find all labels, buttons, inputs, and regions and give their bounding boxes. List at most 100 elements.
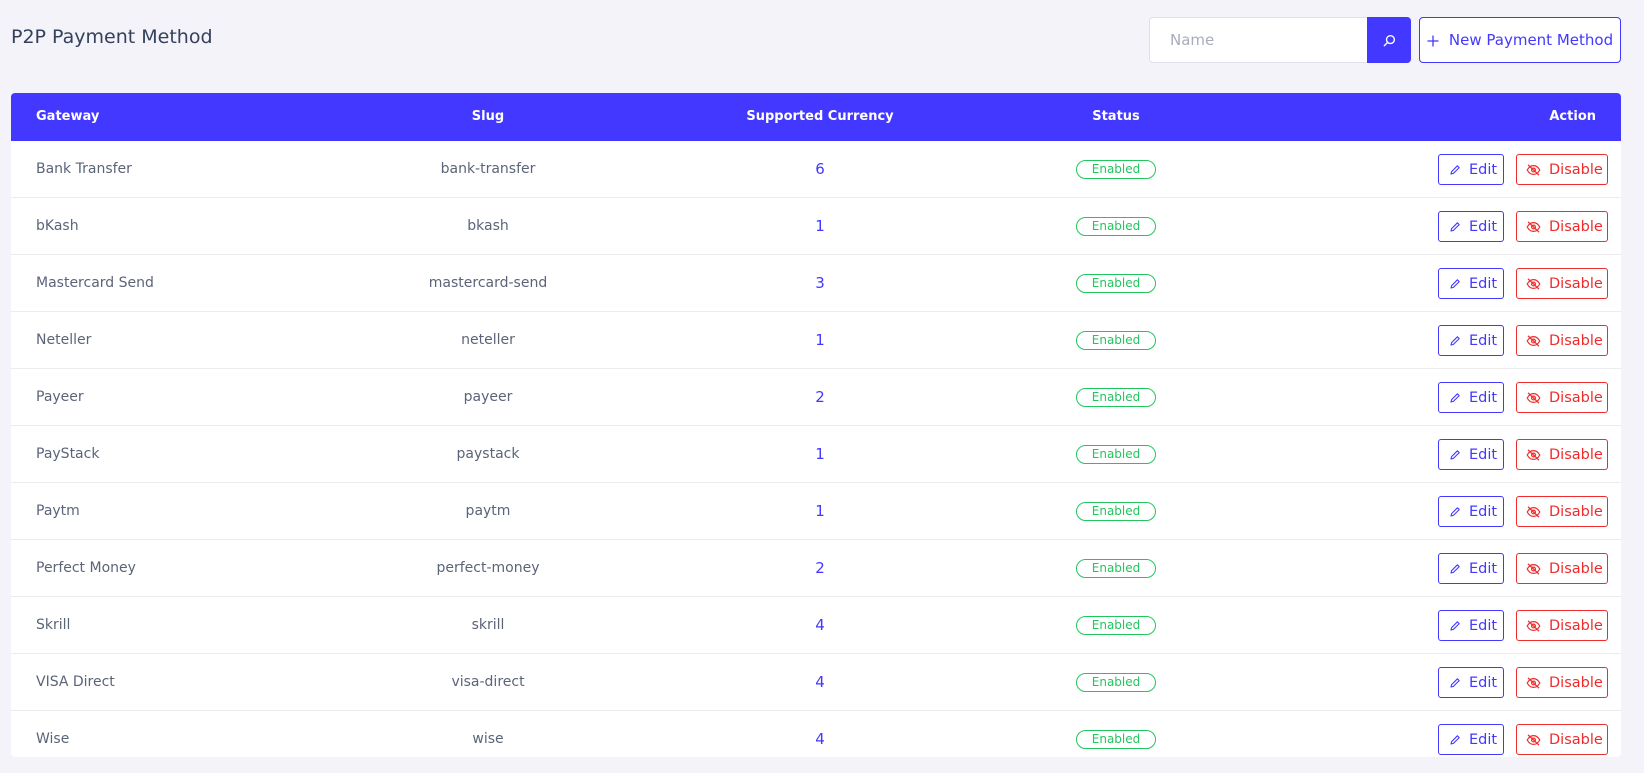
gateway-slug: skrill <box>471 617 505 633</box>
pencil-icon <box>1449 449 1461 461</box>
disable-button[interactable]: Disable <box>1516 724 1608 755</box>
eye-off-icon <box>1526 277 1541 290</box>
edit-button[interactable]: Edit <box>1438 211 1504 242</box>
disable-label: Disable <box>1549 503 1603 520</box>
edit-button[interactable]: Edit <box>1438 610 1504 641</box>
status-cell: Enabled <box>1076 141 1156 197</box>
edit-button[interactable]: Edit <box>1438 553 1504 584</box>
pencil-icon <box>1449 335 1461 347</box>
disable-button[interactable]: Disable <box>1516 439 1608 470</box>
status-cell: Enabled <box>1076 654 1156 710</box>
gateway-name: Payeer <box>36 389 84 405</box>
disable-button[interactable]: Disable <box>1516 211 1608 242</box>
edit-button[interactable]: Edit <box>1438 496 1504 527</box>
disable-button[interactable]: Disable <box>1516 325 1608 356</box>
row-actions: Edit Disable <box>1438 439 1608 470</box>
supported-currency-count[interactable]: 1 <box>815 483 825 539</box>
edit-button[interactable]: Edit <box>1438 154 1504 185</box>
edit-label: Edit <box>1469 731 1498 748</box>
disable-label: Disable <box>1549 674 1603 691</box>
status-cell: Enabled <box>1076 255 1156 311</box>
gateway-name: Perfect Money <box>36 560 136 576</box>
status-cell: Enabled <box>1076 426 1156 482</box>
disable-button[interactable]: Disable <box>1516 496 1608 527</box>
gateway-name: Paytm <box>36 503 80 519</box>
header-slug: Slug <box>471 109 505 124</box>
edit-button[interactable]: Edit <box>1438 724 1504 755</box>
status-badge: Enabled <box>1076 216 1156 236</box>
supported-currency-count[interactable]: 4 <box>815 654 825 710</box>
edit-label: Edit <box>1469 275 1498 292</box>
supported-currency-count[interactable]: 1 <box>815 198 825 254</box>
disable-button[interactable]: Disable <box>1516 610 1608 641</box>
row-actions: Edit Disable <box>1438 496 1608 527</box>
header-action: Action <box>1549 109 1596 124</box>
pencil-icon <box>1449 734 1461 746</box>
row-actions: Edit Disable <box>1438 154 1608 185</box>
status-cell: Enabled <box>1076 540 1156 596</box>
status-badge: Enabled <box>1076 729 1156 749</box>
edit-button[interactable]: Edit <box>1438 268 1504 299</box>
table-row: Neteller neteller 1 Enabled Edit Disable <box>11 312 1621 369</box>
disable-label: Disable <box>1549 161 1603 178</box>
edit-label: Edit <box>1469 161 1498 178</box>
edit-button[interactable]: Edit <box>1438 382 1504 413</box>
table-header: Gateway Slug Supported Currency Status A… <box>11 93 1621 141</box>
status-cell: Enabled <box>1076 312 1156 368</box>
supported-currency-count[interactable]: 4 <box>815 711 825 757</box>
gateway-name: PayStack <box>36 446 100 462</box>
status-cell: Enabled <box>1076 597 1156 653</box>
gateway-name: Wise <box>36 731 70 747</box>
status-cell: Enabled <box>1076 198 1156 254</box>
row-actions: Edit Disable <box>1438 211 1608 242</box>
edit-label: Edit <box>1469 332 1498 349</box>
supported-currency-count[interactable]: 1 <box>815 426 825 482</box>
edit-label: Edit <box>1469 218 1498 235</box>
disable-button[interactable]: Disable <box>1516 382 1608 413</box>
edit-button[interactable]: Edit <box>1438 439 1504 470</box>
gateway-slug: payeer <box>463 389 513 405</box>
supported-currency-count[interactable]: 2 <box>815 369 825 425</box>
eye-off-icon <box>1526 220 1541 233</box>
search-button[interactable] <box>1367 17 1411 63</box>
header-supported-currency: Supported Currency <box>746 109 894 124</box>
search-input[interactable] <box>1149 17 1367 63</box>
disable-button[interactable]: Disable <box>1516 154 1608 185</box>
disable-button[interactable]: Disable <box>1516 553 1608 584</box>
status-cell: Enabled <box>1076 369 1156 425</box>
supported-currency-count[interactable]: 2 <box>815 540 825 596</box>
gateway-name: VISA Direct <box>36 674 115 690</box>
gateway-slug: paystack <box>456 446 520 462</box>
pencil-icon <box>1449 506 1461 518</box>
supported-currency-count[interactable]: 4 <box>815 597 825 653</box>
disable-label: Disable <box>1549 389 1603 406</box>
new-payment-method-button[interactable]: New Payment Method <box>1419 17 1621 63</box>
row-actions: Edit Disable <box>1438 667 1608 698</box>
pencil-icon <box>1449 620 1461 632</box>
row-actions: Edit Disable <box>1438 325 1608 356</box>
eye-off-icon <box>1526 334 1541 347</box>
gateway-slug: mastercard-send <box>428 275 548 291</box>
gateway-slug: perfect-money <box>436 560 540 576</box>
gateway-name: Mastercard Send <box>36 275 154 291</box>
payment-methods-table: Gateway Slug Supported Currency Status A… <box>11 93 1621 757</box>
edit-label: Edit <box>1469 389 1498 406</box>
supported-currency-count[interactable]: 3 <box>815 255 825 311</box>
supported-currency-count[interactable]: 1 <box>815 312 825 368</box>
gateway-slug: paytm <box>465 503 511 519</box>
edit-button[interactable]: Edit <box>1438 325 1504 356</box>
eye-off-icon <box>1526 505 1541 518</box>
pencil-icon <box>1449 392 1461 404</box>
edit-label: Edit <box>1469 674 1498 691</box>
supported-currency-count[interactable]: 6 <box>815 141 825 197</box>
disable-button[interactable]: Disable <box>1516 268 1608 299</box>
row-actions: Edit Disable <box>1438 382 1608 413</box>
gateway-name: bKash <box>36 218 79 234</box>
disable-button[interactable]: Disable <box>1516 667 1608 698</box>
row-actions: Edit Disable <box>1438 268 1608 299</box>
status-cell: Enabled <box>1076 711 1156 757</box>
edit-button[interactable]: Edit <box>1438 667 1504 698</box>
edit-label: Edit <box>1469 617 1498 634</box>
status-badge: Enabled <box>1076 444 1156 464</box>
pencil-icon <box>1449 278 1461 290</box>
